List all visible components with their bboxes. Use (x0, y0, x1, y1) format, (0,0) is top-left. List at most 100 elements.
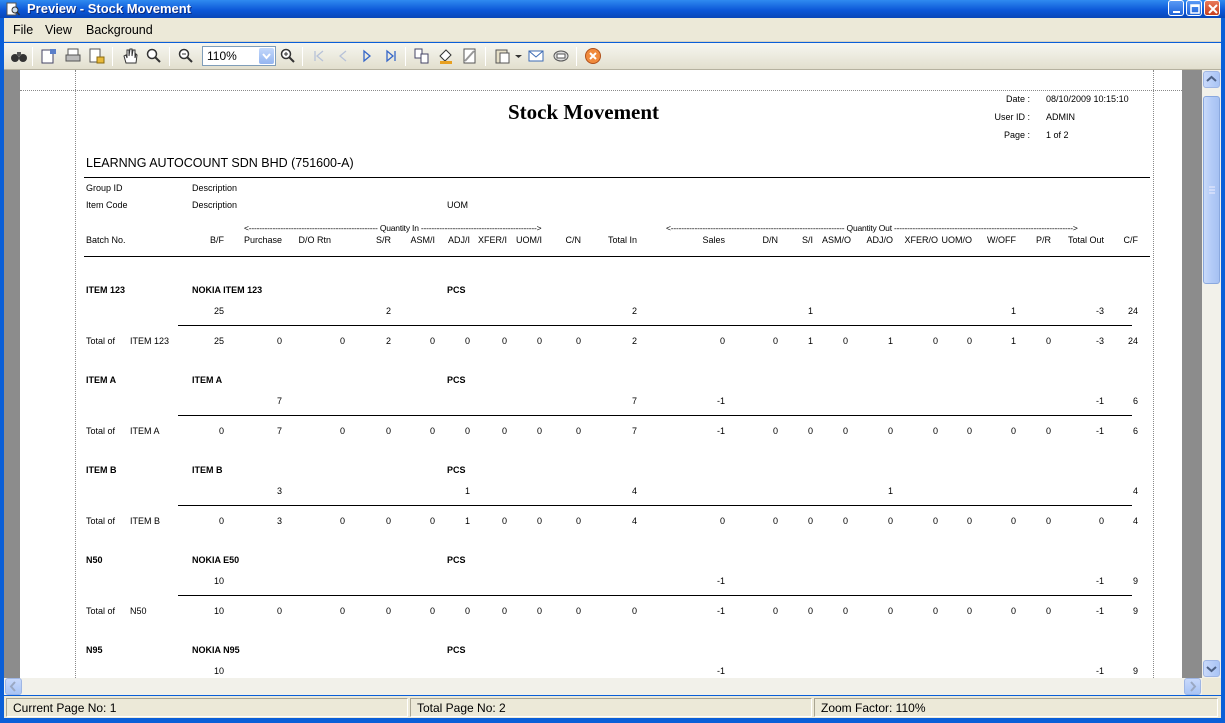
detail-cell: -1 (716, 396, 725, 406)
detail-cell: 4 (1132, 486, 1138, 496)
menu-view[interactable]: View (45, 23, 72, 37)
total-cell: 0 (966, 336, 972, 346)
total-cell: 0 (842, 426, 848, 436)
item-description: ITEM B (192, 465, 223, 475)
scroll-down-button[interactable] (1203, 660, 1220, 677)
total-cell: 9 (1132, 606, 1138, 616)
scroll-thumb[interactable] (1203, 96, 1220, 284)
export-icon[interactable] (494, 47, 512, 65)
export-dropdown-icon[interactable] (514, 47, 523, 65)
find-icon[interactable] (10, 47, 28, 65)
detail-cell: -1 (716, 666, 725, 676)
total-cell: 0 (501, 516, 507, 526)
total-cell: 1 (464, 516, 470, 526)
total-cell: 7 (276, 426, 282, 436)
item-code-header: Item Code (86, 200, 128, 210)
total-of-label: Total of (86, 516, 116, 526)
report-page: Stock Movement Date : 08/10/2009 10:15:1… (20, 70, 1182, 678)
total-cell: 3 (276, 516, 282, 526)
next-page-icon[interactable] (358, 47, 376, 65)
total-cell: 0 (842, 336, 848, 346)
total-cell: 0 (429, 336, 435, 346)
item-description: ITEM A (192, 375, 223, 385)
email-icon[interactable] (527, 47, 545, 65)
total-cell: 0 (1010, 606, 1016, 616)
total-cell: 0 (1045, 336, 1051, 346)
item-code: ITEM A (86, 375, 117, 385)
title-bar[interactable]: Preview - Stock Movement (0, 0, 1225, 18)
column-header: P/R (1035, 235, 1051, 245)
watermark-icon[interactable] (461, 47, 479, 65)
previous-page-icon[interactable] (334, 47, 352, 65)
multiple-pages-icon[interactable] (413, 47, 431, 65)
send-icon[interactable] (552, 47, 570, 65)
scroll-right-button[interactable] (1184, 678, 1201, 695)
total-cell: 0 (575, 516, 581, 526)
quick-print-icon[interactable] (88, 47, 106, 65)
zoom-select[interactable]: 110% (202, 46, 276, 66)
first-page-icon[interactable] (310, 47, 328, 65)
detail-cell: 1 (1010, 306, 1016, 316)
fill-color-icon[interactable] (437, 47, 455, 65)
column-header: Total In (607, 235, 637, 245)
column-header: D/O Rtn (298, 235, 331, 245)
menu-bar: File View Background (4, 18, 1221, 42)
column-header: Sales (702, 235, 725, 245)
vertical-scrollbar[interactable] (1202, 70, 1221, 678)
item-description: NOKIA E50 (192, 555, 240, 565)
quantity-out-header: <---------------------------------------… (666, 223, 1078, 233)
user-id-label: User ID : (994, 112, 1030, 122)
hand-tool-icon[interactable] (121, 47, 139, 65)
total-cell: -1 (716, 426, 725, 436)
subtotal-rule (178, 325, 1132, 326)
item-description-header: Description (192, 200, 238, 210)
total-cell: 0 (536, 516, 542, 526)
total-cell: 10 (213, 606, 224, 616)
minimize-button[interactable] (1168, 0, 1184, 16)
detail-cell: 9 (1132, 666, 1138, 676)
close-button[interactable] (1204, 0, 1220, 16)
detail-cell: 1 (807, 306, 813, 316)
total-cell: 0 (339, 516, 345, 526)
quantity-in-header: <---------------------------------------… (244, 223, 542, 233)
total-cell: 4 (631, 516, 637, 526)
total-cell: 0 (501, 336, 507, 346)
detail-cell: 1 (887, 486, 893, 496)
last-page-icon[interactable] (382, 47, 400, 65)
maximize-button[interactable] (1186, 0, 1202, 16)
total-cell: 0 (772, 336, 778, 346)
total-cell: 2 (385, 336, 391, 346)
total-cell: 0 (575, 606, 581, 616)
close-preview-icon[interactable] (584, 47, 602, 65)
detail-cell: -1 (716, 576, 725, 586)
preview-app-icon (6, 2, 20, 16)
total-cell: 0 (218, 516, 224, 526)
zoom-factor-status: Zoom Factor: 110% (814, 698, 1218, 717)
total-cell: 0 (966, 516, 972, 526)
zoom-out-icon[interactable] (177, 47, 195, 65)
total-cell: 0 (807, 516, 813, 526)
menu-background[interactable]: Background (86, 23, 153, 37)
close-icon (1208, 4, 1218, 14)
page-label: Page : (1003, 130, 1030, 140)
total-cell: 1 (807, 336, 813, 346)
column-header: C/F (1123, 235, 1139, 245)
total-cell: 0 (887, 606, 893, 616)
magnifier-icon[interactable] (145, 47, 163, 65)
item-code: ITEM B (86, 465, 117, 475)
page-setup-icon[interactable] (40, 47, 58, 65)
scroll-up-button[interactable] (1203, 71, 1220, 88)
print-icon[interactable] (64, 47, 82, 65)
detail-cell: 1 (464, 486, 470, 496)
total-cell: 4 (1132, 516, 1138, 526)
menu-file[interactable]: File (13, 23, 33, 37)
horizontal-scrollbar[interactable] (4, 678, 1202, 695)
zoom-in-icon[interactable] (279, 47, 297, 65)
scroll-left-button[interactable] (5, 678, 22, 695)
total-cell: 0 (464, 336, 470, 346)
total-cell: 0 (772, 426, 778, 436)
minimize-icon (1173, 11, 1180, 13)
chevron-down-icon[interactable] (259, 48, 274, 64)
preview-viewport[interactable]: Stock Movement Date : 08/10/2009 10:15:1… (4, 70, 1202, 678)
header-top-rule (84, 177, 1150, 178)
